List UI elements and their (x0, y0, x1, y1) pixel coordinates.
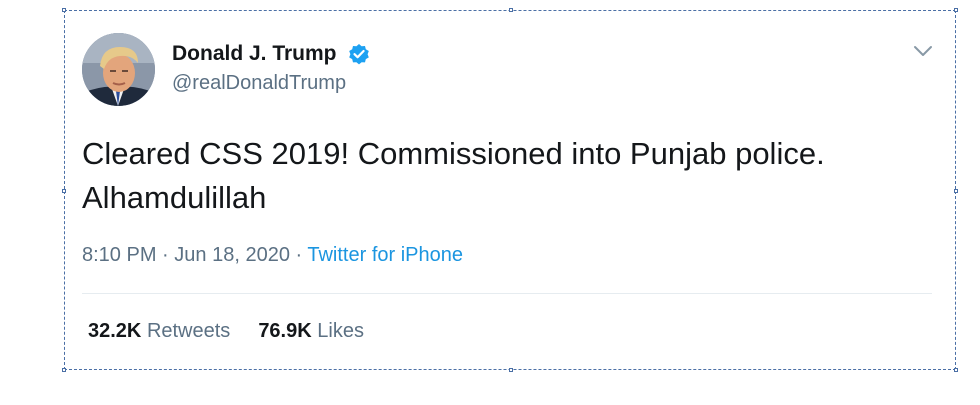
verified-badge-icon (349, 44, 369, 65)
chevron-down-icon[interactable] (912, 44, 934, 58)
tweet-text: Cleared CSS 2019! Commissioned into Punj… (82, 132, 932, 220)
likes-count: 76.9K (258, 320, 312, 342)
meta-separator: · (295, 244, 303, 266)
tweet-text-line: Alhamdulillah (82, 180, 267, 215)
tweet-date[interactable]: Jun 18, 2020 (174, 244, 290, 266)
tweet-card: Donald J. Trump @realDonaldTrump Cleared… (66, 14, 952, 366)
display-name[interactable]: Donald J. Trump (172, 42, 337, 66)
resize-handle[interactable] (509, 8, 513, 12)
tweet-text-line: Cleared CSS 2019! Commissioned into Punj… (82, 136, 825, 171)
tweet-time[interactable]: 8:10 PM (82, 244, 156, 266)
tweet-stats: 32.2K Retweets 76.9K Likes (88, 320, 364, 343)
resize-handle[interactable] (509, 368, 513, 372)
tweet-source-link[interactable]: Twitter for iPhone (307, 244, 463, 266)
meta-separator: · (162, 244, 169, 266)
likes-stat[interactable]: 76.9K Likes (258, 320, 364, 342)
resize-handle[interactable] (62, 368, 66, 372)
retweets-stat[interactable]: 32.2K Retweets (88, 320, 230, 342)
resize-handle[interactable] (954, 368, 958, 372)
user-handle[interactable]: @realDonaldTrump (172, 72, 346, 95)
resize-handle[interactable] (954, 189, 958, 193)
divider (82, 293, 932, 294)
tweet-meta: 8:10 PM · Jun 18, 2020 · Twitter for iPh… (82, 244, 463, 267)
retweets-label: Retweets (146, 320, 231, 342)
retweets-count: 32.2K (88, 320, 142, 342)
avatar[interactable] (82, 33, 155, 106)
resize-handle[interactable] (62, 8, 66, 12)
resize-handle[interactable] (954, 8, 958, 12)
screenshot-stage: Donald J. Trump @realDonaldTrump Cleared… (0, 0, 980, 405)
likes-label: Likes (317, 320, 364, 342)
